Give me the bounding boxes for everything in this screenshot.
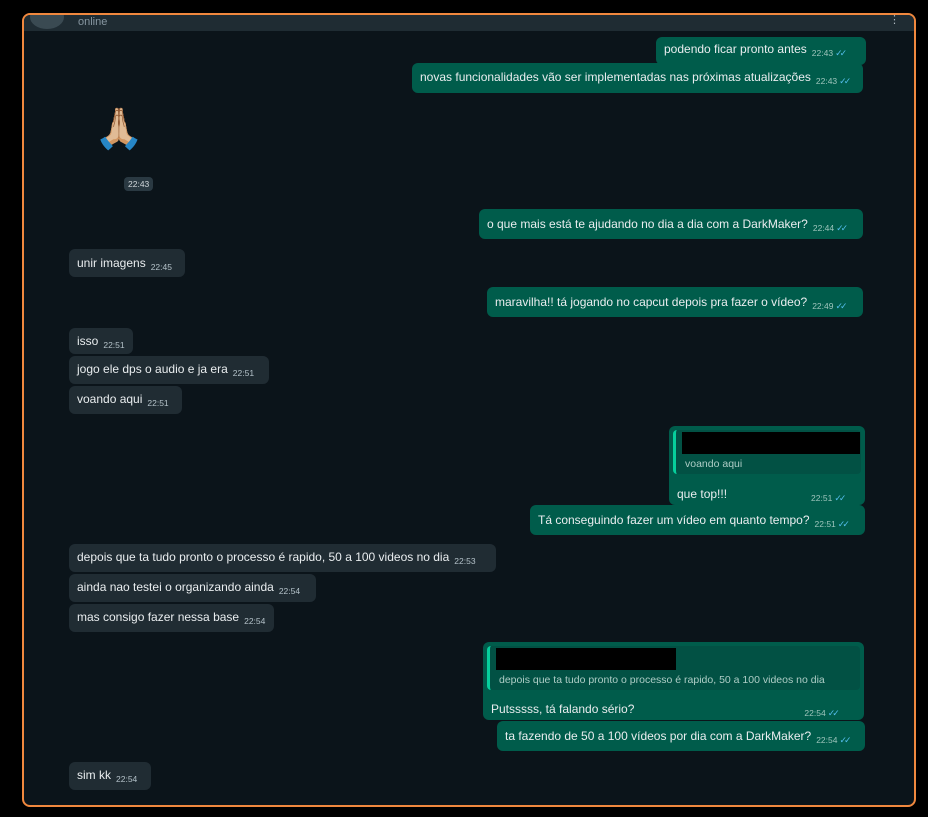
- outgoing-message[interactable]: o que mais está te ajudando no dia a dia…: [479, 209, 863, 239]
- message-time: 22:51: [814, 519, 836, 529]
- menu-icon[interactable]: ⋮: [889, 15, 900, 26]
- outgoing-message[interactable]: Tá conseguindo fazer um vídeo em quanto …: [530, 505, 865, 535]
- incoming-message[interactable]: mas consigo fazer nessa base 22:54: [69, 604, 274, 632]
- message-text: novas funcionalidades vão ser implementa…: [420, 70, 811, 84]
- message-time: 22:54: [244, 616, 266, 626]
- message-time: 22:43: [124, 177, 154, 191]
- quoted-text: depois que ta tudo pronto o processo é r…: [499, 674, 825, 686]
- redacted-name: [682, 432, 860, 454]
- incoming-message[interactable]: ainda nao testei o organizando ainda 22:5…: [69, 574, 316, 602]
- outgoing-message[interactable]: ta fazendo de 50 a 100 vídeos por dia co…: [497, 721, 865, 751]
- message-text: depois que ta tudo pronto o processo é r…: [77, 550, 450, 564]
- incoming-message[interactable]: sim kk 22:54: [69, 762, 151, 790]
- message-text: que top!!!: [677, 487, 728, 501]
- message-time: 22:44: [812, 223, 835, 233]
- contact-status: online: [78, 16, 108, 28]
- quoted-text: voando aqui: [685, 458, 743, 470]
- double-check-icon: ✓✓: [835, 301, 847, 311]
- double-check-icon: ✓✓: [839, 735, 851, 745]
- message-time: 22:54: [278, 586, 301, 596]
- incoming-message[interactable]: jogo ele dps o audio e ja era 22:51: [69, 356, 269, 384]
- message-text: o que mais está te ajudando no dia a dia…: [487, 217, 808, 231]
- double-check-icon: ✓✓: [834, 493, 846, 503]
- message-text: mas consigo fazer nessa base: [77, 610, 240, 624]
- message-list[interactable]: podendo ficar pronto antes 22:43 ✓✓ novas …: [24, 31, 914, 805]
- message-text: voando aqui: [77, 392, 143, 406]
- reply-message[interactable]: voando aqui que top!!! 22:51 ✓✓: [669, 426, 865, 505]
- message-time: 22:51: [811, 493, 833, 503]
- message-time: 22:45: [150, 262, 172, 272]
- message-time: 22:54: [816, 735, 838, 745]
- message-text: Putsssss, tá falando sério?: [491, 702, 635, 716]
- double-check-icon: ✓✓: [837, 519, 850, 529]
- message-text: podendo ficar pronto antes: [664, 42, 807, 56]
- message-time: 22:49: [812, 301, 834, 311]
- incoming-message[interactable]: voando aqui 22:51: [69, 386, 182, 414]
- quoted-message[interactable]: depois que ta tudo pronto o processo é r…: [487, 646, 860, 690]
- message-text: Tá conseguindo fazer um vídeo em quanto …: [538, 513, 810, 527]
- reply-message[interactable]: depois que ta tudo pronto o processo é r…: [483, 642, 864, 720]
- outgoing-message[interactable]: novas funcionalidades vão ser implementa…: [412, 63, 863, 93]
- double-check-icon: ✓✓: [835, 48, 847, 58]
- double-check-icon: ✓✓: [836, 223, 848, 233]
- message-text: ainda nao testei o organizando ainda: [77, 580, 274, 594]
- message-text: unir imagens: [77, 256, 146, 270]
- double-check-icon: ✓✓: [827, 708, 840, 718]
- redacted-name: [496, 648, 676, 670]
- outgoing-message[interactable]: maravilha!! tá jogando no capcut depois …: [487, 287, 863, 317]
- incoming-message[interactable]: isso 22:51: [69, 328, 133, 354]
- message-time: 22:51: [103, 340, 125, 350]
- message-text: isso: [77, 334, 99, 348]
- message-time: 22:43: [815, 76, 838, 86]
- message-time: 22:54: [804, 708, 826, 718]
- outgoing-message[interactable]: podendo ficar pronto antes 22:43 ✓✓: [656, 37, 866, 65]
- message-text: ta fazendo de 50 a 100 vídeos por dia co…: [505, 729, 812, 743]
- incoming-message[interactable]: unir imagens 22:45: [69, 249, 185, 277]
- message-time: 22:43: [811, 48, 834, 58]
- message-time: 22:51: [147, 398, 169, 408]
- message-text: sim kk: [77, 768, 111, 782]
- message-time: 22:53: [454, 556, 476, 566]
- praying-hands-sticker[interactable]: 🙏🏼: [94, 109, 144, 149]
- message-text: maravilha!! tá jogando no capcut depois …: [495, 295, 808, 309]
- message-time: 22:54: [116, 774, 138, 784]
- incoming-message[interactable]: depois que ta tudo pronto o processo é r…: [69, 544, 496, 572]
- double-check-icon: ✓✓: [839, 76, 851, 86]
- message-text: jogo ele dps o audio e ja era: [77, 362, 228, 376]
- contact-avatar[interactable]: [30, 15, 64, 29]
- chat-header: online ⋮: [24, 15, 914, 31]
- chat-window: online ⋮ podendo ficar pronto antes 22:43…: [22, 13, 916, 807]
- quoted-message[interactable]: voando aqui: [673, 430, 861, 474]
- message-time: 22:51: [232, 368, 255, 378]
